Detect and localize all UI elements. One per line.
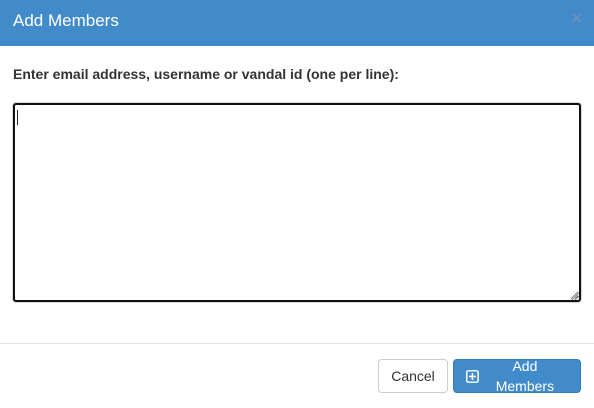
members-textarea[interactable] [13,103,581,302]
modal-header: Add Members × [0,0,594,46]
modal-title: Add Members [13,11,119,30]
plus-square-icon [466,369,479,383]
members-field-label: Enter email address, username or vandal … [13,66,399,82]
add-members-button[interactable]: Add Members [453,358,581,394]
cancel-button[interactable]: Cancel [378,359,448,393]
add-members-modal: Add Members × Enter email address, usern… [0,0,594,408]
text-caret [17,110,18,125]
resize-grip-icon[interactable] [571,292,579,300]
close-button[interactable]: × [571,9,582,27]
add-members-button-label: Add Members [495,358,555,394]
